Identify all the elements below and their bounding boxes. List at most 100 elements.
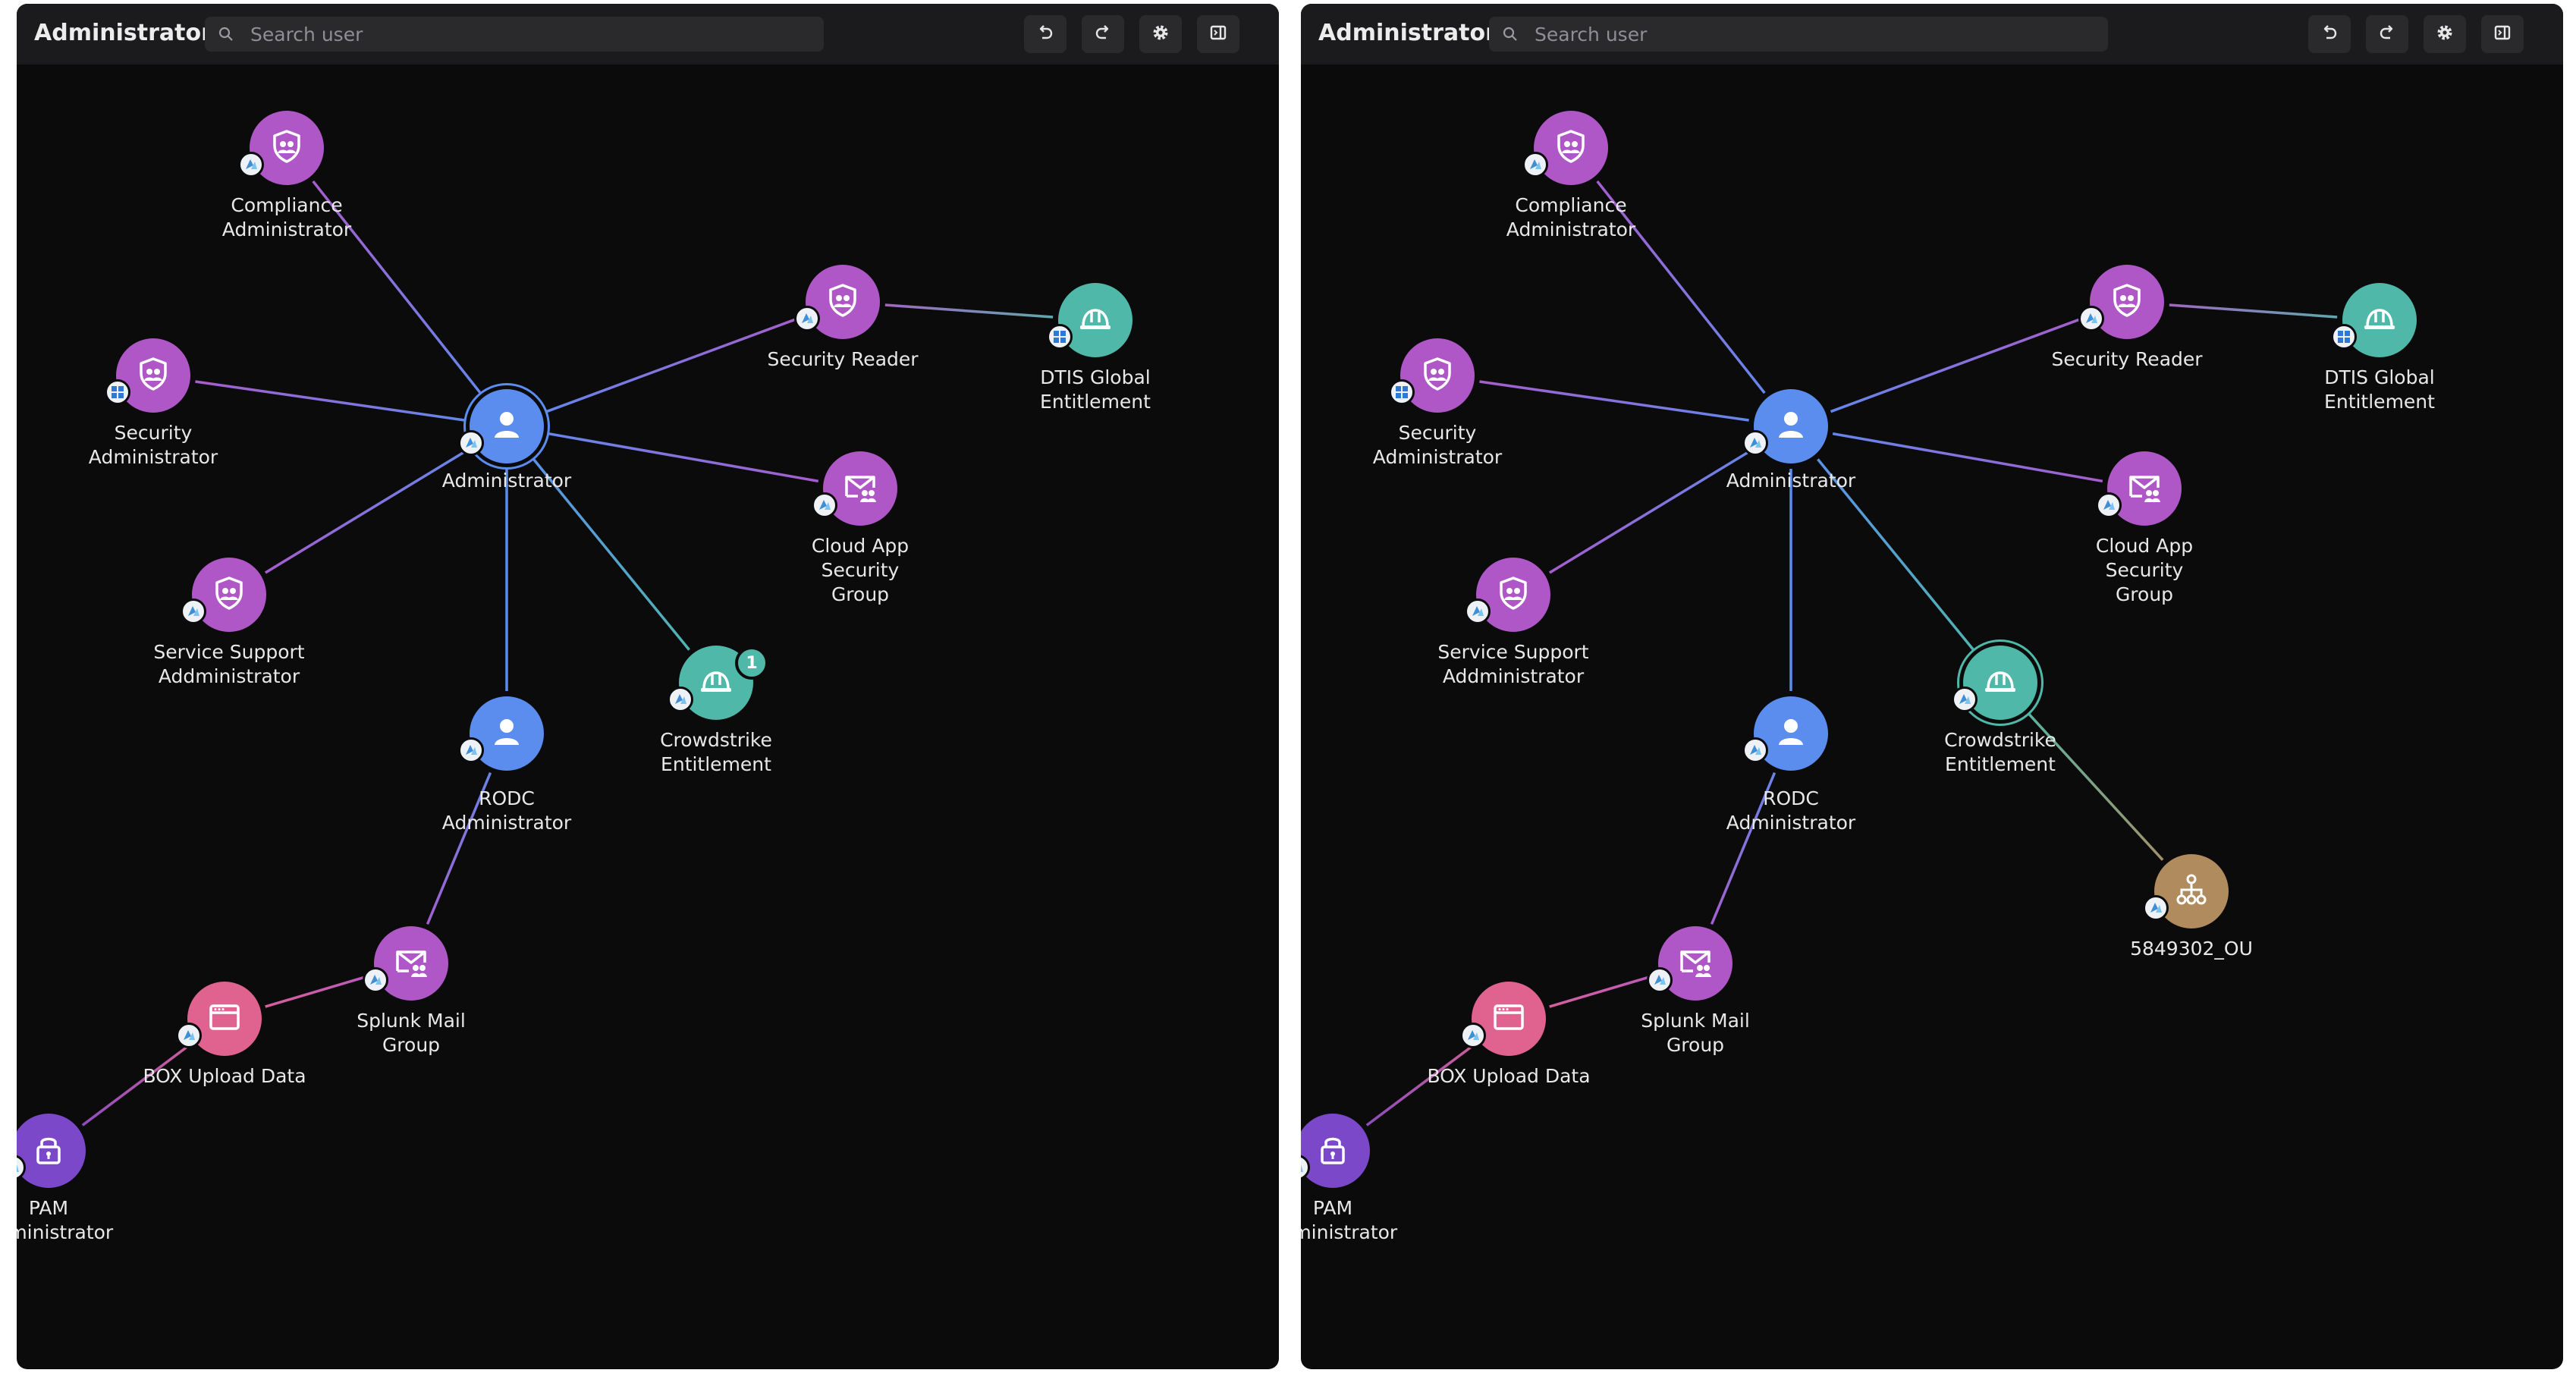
azure-icon [2096,492,2122,518]
node-circle[interactable] [374,926,448,1001]
undo-button[interactable] [1024,15,1067,53]
azure-icon [1465,599,1491,624]
node-circle[interactable] [1534,111,1608,185]
toolbar: Administrator [17,4,1279,64]
hard-hat-icon [1981,662,2019,703]
hard-hat-icon [697,662,735,703]
azure-icon [458,737,484,763]
node-label: Splunk Mail Group [357,1010,466,1056]
node-circle[interactable] [1476,558,1550,632]
edge-splunk-mail-group-box-upload-data [265,974,371,1008]
shield-users-icon [2108,281,2146,322]
node-label: Security Reader [767,348,919,370]
node-label: DTIS Global Entitlement [2324,366,2435,413]
node-circle[interactable] [823,451,897,526]
edge-administrator-security-administrator [195,380,465,422]
azure-icon [812,492,837,518]
gear-button[interactable] [1139,15,1182,53]
shield-users-icon [1552,127,1590,168]
node-circle[interactable] [2342,283,2417,357]
edge-administrator-service-support-addministrator [1548,447,1756,574]
undo-button[interactable] [2308,15,2351,53]
user-icon [1772,406,1810,447]
node-circle[interactable] [470,389,544,463]
gear-icon [1150,22,1171,46]
shield-users-icon [210,574,248,615]
node-label: RODC Administrator [441,787,572,834]
search-box[interactable] [1489,17,2108,52]
sidebar-panel-button[interactable] [2481,15,2524,53]
node-circle[interactable] [2154,854,2229,928]
graph-canvas[interactable]: Compliance Administrator Security Reader D… [17,4,1279,1369]
windows-icon [105,379,130,405]
redo-button[interactable] [1082,15,1124,53]
undo-icon [1035,22,1056,46]
node-circle[interactable] [1400,338,1475,413]
node-circle[interactable] [1754,389,1828,463]
node-label: Splunk Mail Group [1641,1010,1750,1056]
node-circle[interactable] [1058,283,1132,357]
mail-group-icon [1676,943,1714,984]
undo-icon [2319,22,2340,46]
shield-users-icon [268,127,306,168]
node-circle[interactable] [1963,646,2037,720]
shield-users-icon [1418,355,1456,396]
azure-icon [1522,152,1548,178]
search-input[interactable] [250,17,812,52]
node-label: DTIS Global Entitlement [1040,366,1151,413]
node-circle[interactable] [1658,926,1733,1001]
shield-users-icon [824,281,862,322]
graph-panel-left: Compliance Administrator Security Reader D… [17,4,1279,1369]
azure-icon [2078,306,2104,331]
node-circle[interactable] [1472,982,1546,1056]
node-label: Security Administrator [88,422,218,468]
node-circle[interactable] [192,558,266,632]
graph-panel-right: Compliance Administrator Security Reader D… [1301,4,2563,1369]
mail-group-icon [392,943,430,984]
panel-title: Administrator [1318,20,1497,46]
node-circle[interactable] [250,111,324,185]
edge-splunk-mail-group-box-upload-data [1549,974,1655,1008]
node-label: PAM Administrator [1301,1197,1398,1243]
azure-icon [668,686,693,712]
redo-icon [2377,22,2398,46]
search-box[interactable] [205,17,824,52]
edge-administrator-security-administrator [1479,380,1749,422]
lock-icon [30,1130,68,1171]
node-circle[interactable] [116,338,190,413]
node-circle[interactable] [1754,696,1828,771]
mail-group-icon [2125,468,2163,509]
lock-icon [1314,1130,1352,1171]
sidebar-panel-button[interactable] [1197,15,1239,53]
node-label: Administrator [1726,470,1856,492]
sidebar-panel-icon [2492,22,2513,46]
node-circle[interactable] [806,265,880,339]
user-icon [488,406,526,447]
azure-icon [794,306,820,331]
mail-group-icon [841,468,879,509]
node-label: Service Support Addministrator [1437,641,1589,687]
org-chart-icon [2172,871,2210,912]
node-label: Crowdstrike Entitlement [660,729,772,775]
sidebar-panel-icon [1208,22,1229,46]
node-circle[interactable] [470,696,544,771]
node-circle[interactable] [2090,265,2164,339]
shield-users-icon [134,355,172,396]
edge-security-reader-dtis-global-entitlement [884,303,1054,319]
node-label: Compliance Administrator [221,194,352,240]
toolbar: Administrator [1301,4,2563,64]
gear-button[interactable] [2424,15,2466,53]
azure-icon [2143,895,2169,921]
node-label: Cloud App Security Group [811,535,909,605]
node-circle[interactable] [187,982,262,1056]
azure-icon [1647,967,1673,993]
redo-button[interactable] [2366,15,2408,53]
node-label: Security Administrator [1372,422,1503,468]
search-input[interactable] [1535,17,2096,52]
azure-icon [1460,1023,1486,1048]
graph-canvas[interactable]: Compliance Administrator Security Reader D… [1301,4,2563,1369]
browser-window-icon [1490,998,1528,1039]
node-circle[interactable] [2107,451,2182,526]
node-label: BOX Upload Data [143,1065,306,1087]
count-badge: 1 [735,646,768,680]
